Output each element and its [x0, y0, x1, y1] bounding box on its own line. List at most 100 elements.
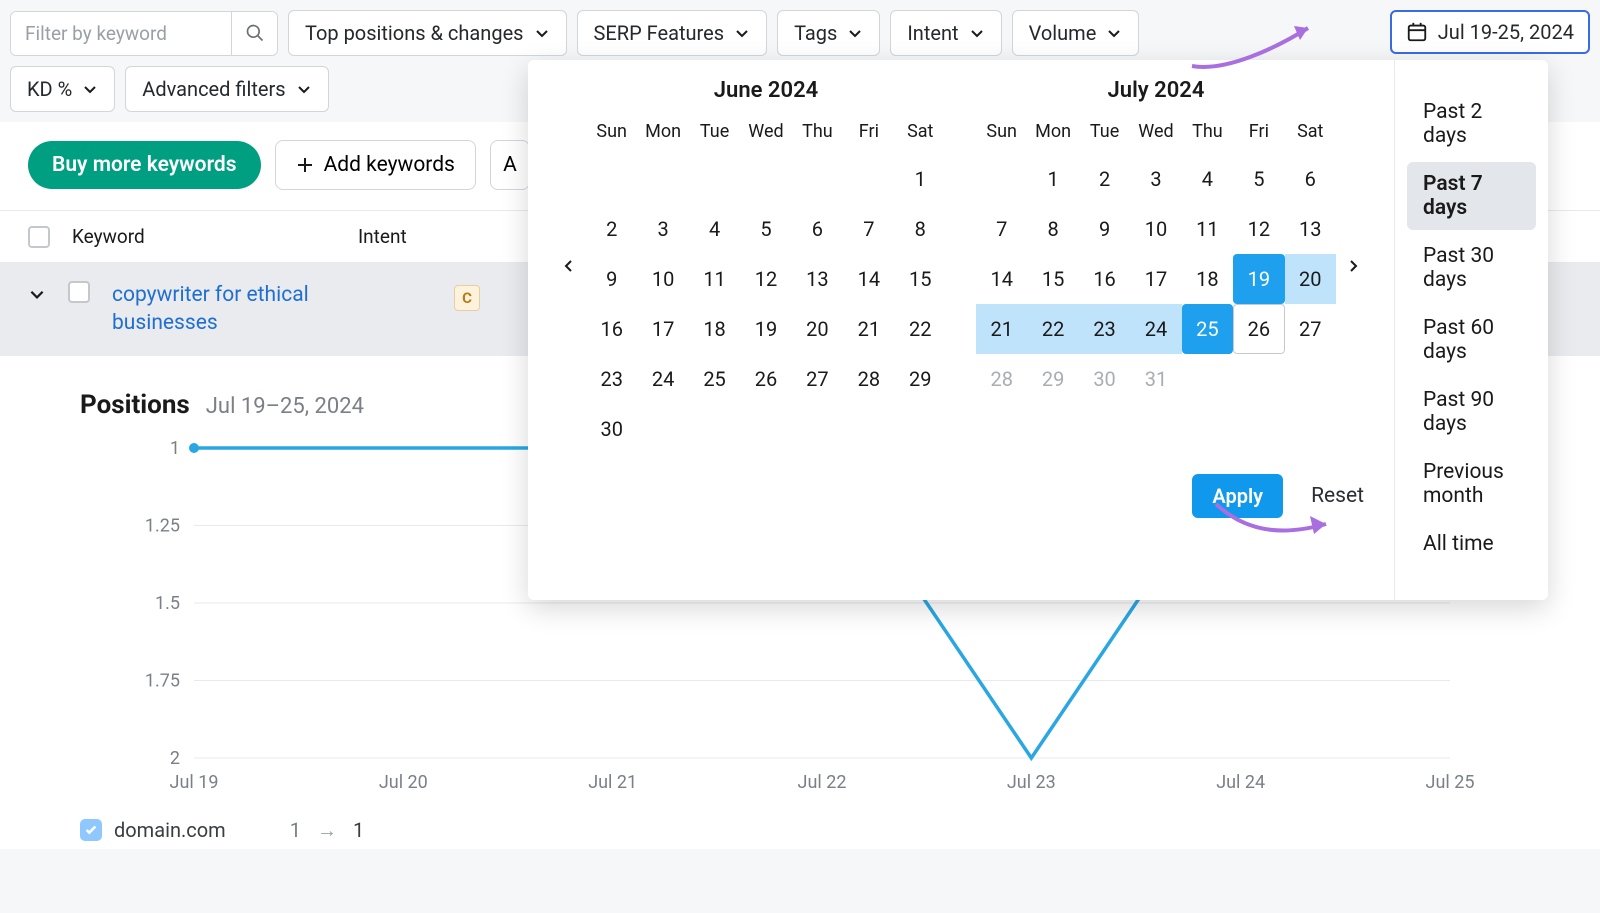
- buy-more-keywords-button[interactable]: Buy more keywords: [28, 141, 261, 189]
- chevron-down-icon: [534, 25, 550, 41]
- calendar-day[interactable]: 9: [586, 254, 637, 304]
- calendar-day[interactable]: 8: [1027, 204, 1078, 254]
- legend-domain: domain.com: [114, 818, 226, 842]
- chevron-down-icon: [1106, 25, 1122, 41]
- calendar-day[interactable]: 22: [895, 304, 946, 354]
- calendar-day[interactable]: 16: [1079, 254, 1130, 304]
- serp-features-filter[interactable]: SERP Features: [577, 10, 768, 56]
- advanced-filters[interactable]: Advanced filters: [125, 66, 328, 112]
- calendar-day[interactable]: 18: [1182, 254, 1233, 304]
- calendar-day[interactable]: 27: [792, 354, 843, 404]
- svg-text:Jul 23: Jul 23: [1007, 772, 1056, 793]
- calendar-day[interactable]: 4: [1182, 154, 1233, 204]
- prev-month-button[interactable]: [552, 249, 586, 283]
- calendar-day[interactable]: 23: [1079, 304, 1130, 354]
- calendar-day[interactable]: 3: [637, 204, 688, 254]
- add-keywords-button[interactable]: Add keywords: [275, 140, 476, 190]
- truncated-button[interactable]: A: [490, 140, 530, 190]
- calendar-day[interactable]: 1: [1027, 154, 1078, 204]
- volume-label: Volume: [1029, 21, 1097, 45]
- calendar-day[interactable]: 19: [740, 304, 791, 354]
- calendar-day[interactable]: 21: [843, 304, 894, 354]
- calendar-day[interactable]: 8: [895, 204, 946, 254]
- calendar-day[interactable]: 6: [792, 204, 843, 254]
- calendar-day[interactable]: 13: [792, 254, 843, 304]
- calendar-day[interactable]: 25: [1182, 304, 1233, 354]
- calendar-day[interactable]: 12: [1233, 204, 1284, 254]
- date-preset[interactable]: Past 7 days: [1407, 162, 1536, 230]
- calendar-day[interactable]: 10: [637, 254, 688, 304]
- calendar-day[interactable]: 14: [843, 254, 894, 304]
- top-positions-filter[interactable]: Top positions & changes: [288, 10, 567, 56]
- calendar-day[interactable]: 24: [1130, 304, 1181, 354]
- tags-filter[interactable]: Tags: [777, 10, 880, 56]
- date-preset[interactable]: Past 90 days: [1407, 378, 1536, 446]
- calendar-day[interactable]: 5: [1233, 154, 1284, 204]
- calendar-day[interactable]: 23: [586, 354, 637, 404]
- calendar-day[interactable]: 24: [637, 354, 688, 404]
- calendar-dow: Fri: [843, 115, 894, 154]
- calendar-day[interactable]: 22: [1027, 304, 1078, 354]
- calendar-day[interactable]: 30: [586, 404, 637, 454]
- calendar-day[interactable]: 18: [689, 304, 740, 354]
- expand-row-toggle[interactable]: [28, 285, 46, 307]
- calendar-day[interactable]: 7: [843, 204, 894, 254]
- intent-filter[interactable]: Intent: [890, 10, 1001, 56]
- next-month-button[interactable]: [1336, 249, 1370, 283]
- calendar-day[interactable]: 13: [1285, 204, 1336, 254]
- date-range-filter[interactable]: Jul 19-25, 2024: [1390, 10, 1590, 54]
- chart-subtitle: Jul 19–25, 2024: [206, 394, 364, 419]
- date-preset[interactable]: Past 60 days: [1407, 306, 1536, 374]
- calendar-day[interactable]: 21: [976, 304, 1027, 354]
- calendar-day[interactable]: 19: [1233, 254, 1284, 304]
- legend-checkbox[interactable]: [80, 819, 102, 841]
- keyword-link[interactable]: copywriter for ethical businesses: [112, 281, 372, 338]
- date-preset[interactable]: All time: [1407, 522, 1536, 566]
- select-all-checkbox[interactable]: [28, 226, 50, 248]
- volume-filter[interactable]: Volume: [1012, 10, 1140, 56]
- calendar-day[interactable]: 12: [740, 254, 791, 304]
- search-button[interactable]: [231, 12, 277, 55]
- calendar-day: 28: [976, 354, 1027, 404]
- calendar-day[interactable]: 20: [792, 304, 843, 354]
- date-preset[interactable]: Past 2 days: [1407, 90, 1536, 158]
- reset-button[interactable]: Reset: [1311, 484, 1364, 508]
- calendar-day[interactable]: 17: [637, 304, 688, 354]
- calendar-day: [689, 404, 740, 454]
- calendar-day[interactable]: 6: [1285, 154, 1336, 204]
- calendar-day[interactable]: 9: [1079, 204, 1130, 254]
- calendar-day[interactable]: 28: [843, 354, 894, 404]
- calendar-day[interactable]: 4: [689, 204, 740, 254]
- calendar-day[interactable]: 2: [586, 204, 637, 254]
- svg-text:1.5: 1.5: [155, 593, 180, 614]
- calendar-day[interactable]: 26: [740, 354, 791, 404]
- calendar-day[interactable]: 15: [1027, 254, 1078, 304]
- calendar-day[interactable]: 29: [895, 354, 946, 404]
- calendar-day[interactable]: 26: [1233, 304, 1284, 354]
- calendar-day[interactable]: 16: [586, 304, 637, 354]
- column-intent: Intent: [358, 225, 498, 248]
- svg-text:Jul 19: Jul 19: [170, 772, 219, 793]
- date-preset[interactable]: Previous month: [1407, 450, 1536, 518]
- calendar-day[interactable]: 14: [976, 254, 1027, 304]
- calendar-day[interactable]: 20: [1285, 254, 1336, 304]
- row-checkbox[interactable]: [68, 281, 90, 303]
- calendar-day[interactable]: 11: [1182, 204, 1233, 254]
- calendar-day[interactable]: 5: [740, 204, 791, 254]
- date-preset[interactable]: Past 30 days: [1407, 234, 1536, 302]
- calendar-day[interactable]: 3: [1130, 154, 1181, 204]
- calendar-day[interactable]: 10: [1130, 204, 1181, 254]
- calendar-day[interactable]: 25: [689, 354, 740, 404]
- calendar-day[interactable]: 7: [976, 204, 1027, 254]
- calendar-day[interactable]: 2: [1079, 154, 1130, 204]
- calendar-day[interactable]: 27: [1285, 304, 1336, 354]
- calendar-day[interactable]: 15: [895, 254, 946, 304]
- apply-button[interactable]: Apply: [1192, 474, 1283, 518]
- calendar-day[interactable]: 17: [1130, 254, 1181, 304]
- intent-label: Intent: [907, 21, 958, 45]
- keyword-search-input[interactable]: [11, 12, 231, 55]
- calendar-day[interactable]: 11: [689, 254, 740, 304]
- calendar-day[interactable]: 1: [895, 154, 946, 204]
- kd-filter[interactable]: KD %: [10, 66, 115, 112]
- calendar-dow: Sat: [895, 115, 946, 154]
